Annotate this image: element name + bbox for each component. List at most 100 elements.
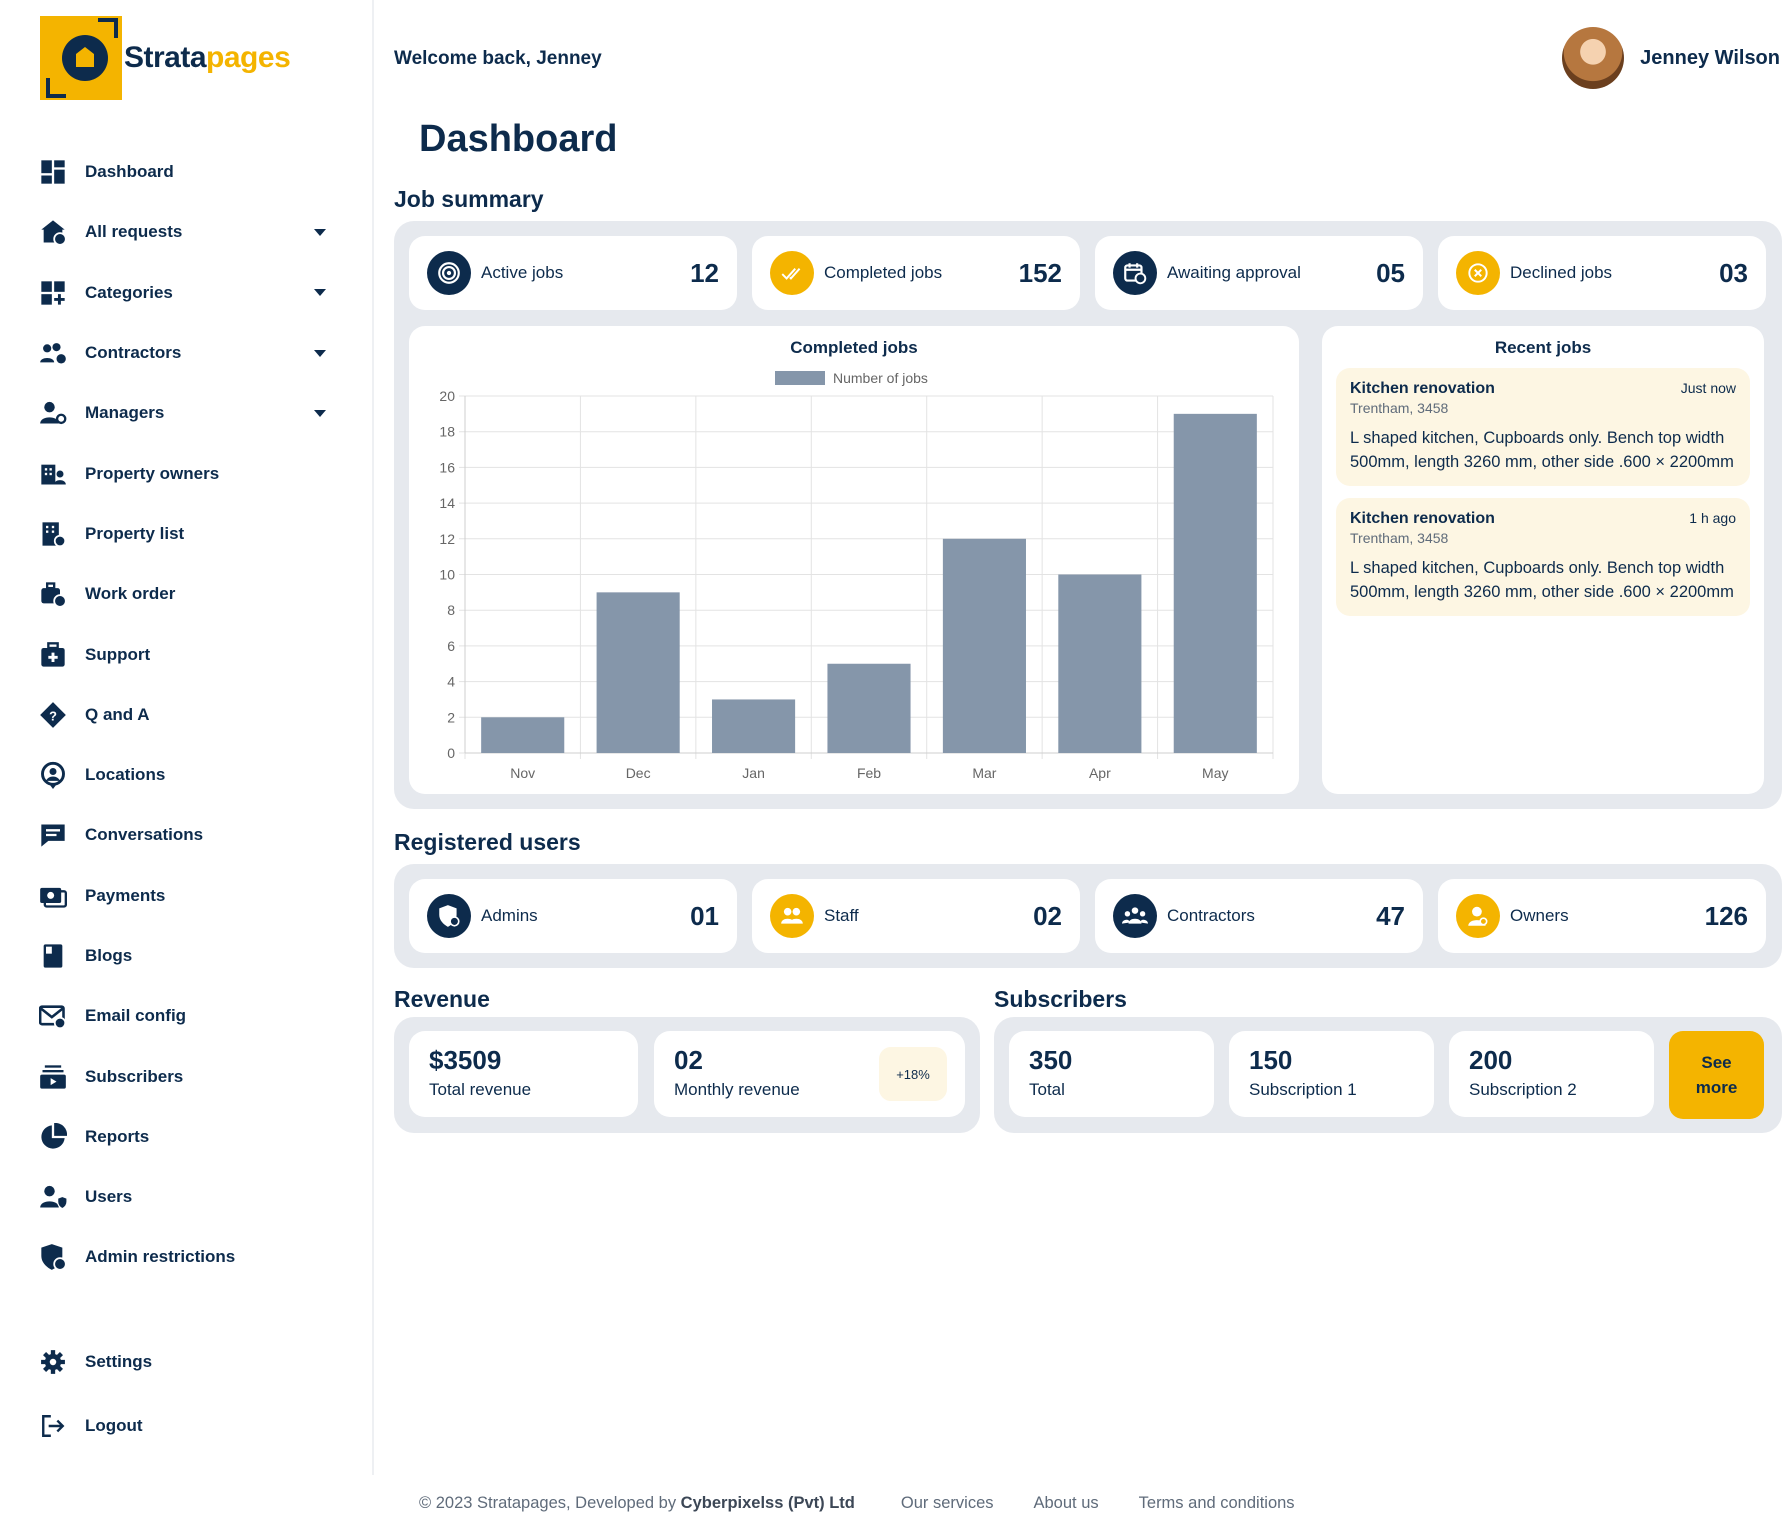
see-more-button[interactable]: See more [1669, 1031, 1764, 1119]
y-tick-label: 14 [439, 495, 455, 511]
stat-label: Completed jobs [824, 263, 943, 282]
brand-name: Stratapages [124, 41, 291, 74]
sidebar-item-all-requests[interactable]: All requests [38, 202, 334, 262]
y-tick-label: 10 [439, 567, 455, 583]
sidebar-item-users[interactable]: Users [38, 1167, 334, 1227]
job-summary-title: Job summary [394, 186, 544, 212]
footer: © 2023 Stratapages, Developed by Cyberpi… [419, 1494, 1295, 1513]
bar-chart: Completed jobs Number of jobs 0 2 4 6 8 10 12 14 1… [439, 338, 1274, 781]
sidebar-item-label: Conversations [85, 825, 204, 845]
sidebar-item-locations[interactable]: Locations [38, 745, 334, 805]
total-revenue-label: Total revenue [429, 1080, 532, 1099]
footer-link-services[interactable]: Our services [901, 1494, 994, 1513]
welcome-text: Welcome back, Jenney [394, 48, 602, 69]
registered-users-title: Registered users [394, 829, 581, 855]
sidebar-item-settings[interactable]: Settings [38, 1330, 334, 1394]
job-time: 1 h ago [1689, 510, 1736, 526]
contractors-group-icon [1113, 894, 1157, 938]
sidebar-item-logout[interactable]: Logout [38, 1394, 334, 1458]
stat-card-active-jobs[interactable]: Active jobs 12 [409, 236, 737, 310]
target-icon [427, 251, 471, 295]
sidebar-item-label: Email config [85, 1006, 187, 1026]
stat-label: Active jobs [481, 263, 564, 282]
sidebar-item-categories[interactable]: Categories [38, 263, 334, 323]
sidebar-item-property-list[interactable]: Property list [38, 504, 334, 564]
sidebar-item-conversations[interactable]: Conversations [38, 805, 334, 865]
sidebar-item-admin-restrictions[interactable]: Admin restrictions [38, 1227, 334, 1287]
stat-card-contractors[interactable]: Contractors 47 [1095, 879, 1423, 953]
footer-link-terms[interactable]: Terms and conditions [1139, 1494, 1295, 1513]
sidebar-item-label: Work order [85, 584, 176, 604]
legend-label: Number of jobs [833, 370, 928, 386]
subscriber-card: 350 Total [1009, 1031, 1214, 1117]
email-icon [38, 1001, 68, 1031]
stat-card-declined-jobs[interactable]: Declined jobs 03 [1438, 236, 1766, 310]
sidebar-item-email-config[interactable]: Email config [38, 986, 334, 1046]
sidebar-item-blogs[interactable]: Blogs [38, 926, 334, 986]
copyright-text: © 2023 Stratapages, Developed by Cyberpi… [419, 1494, 855, 1512]
sidebar-item-subscribers[interactable]: Subscribers [38, 1046, 334, 1106]
payments-icon [38, 881, 68, 911]
subscriber-label: Subscription 1 [1249, 1080, 1357, 1099]
x-tick-label: Feb [857, 765, 881, 781]
bar-apr [1058, 574, 1142, 753]
job-location: Trentham, 3458 [1350, 530, 1449, 546]
y-tick-label: 16 [439, 459, 455, 475]
total-revenue-value: $3509 [429, 1045, 502, 1075]
stat-card-awaiting-approval[interactable]: Awaiting approval 05 [1095, 236, 1423, 310]
avatar[interactable] [1562, 27, 1625, 89]
sidebar-item-reports[interactable]: Reports [38, 1107, 334, 1167]
bar-nov [481, 717, 565, 753]
work-order-icon [38, 579, 68, 609]
recent-job-item[interactable]: Kitchen renovation Just now Trentham, 3458… [1336, 368, 1750, 486]
stat-card-staff[interactable]: Staff 02 [752, 879, 1080, 953]
sidebar-nav: Dashboard All requests Categories Contracto… [38, 142, 334, 1288]
stat-value: 12 [690, 257, 719, 288]
stat-value: 47 [1376, 900, 1405, 931]
chevron-down-icon[interactable] [314, 228, 326, 236]
gear-icon [38, 1347, 68, 1377]
bar-may [1173, 413, 1257, 753]
chevron-down-icon[interactable] [314, 349, 326, 357]
sidebar-item-label: Admin restrictions [85, 1247, 236, 1267]
stat-label: Staff [824, 906, 859, 925]
recent-jobs-title: Recent jobs [1494, 338, 1592, 357]
stat-card-admins[interactable]: Admins 01 [409, 879, 737, 953]
qa-icon: ? [38, 700, 68, 730]
chevron-down-icon[interactable] [314, 289, 326, 297]
reports-icon [38, 1122, 68, 1152]
recent-job-item[interactable]: Kitchen renovation 1 h ago Trentham, 3458 L… [1336, 498, 1750, 616]
sidebar-item-work-order[interactable]: Work order [38, 564, 334, 624]
job-location: Trentham, 3458 [1350, 400, 1449, 416]
stat-label: Admins [481, 906, 538, 925]
user-profile[interactable]: Jenney Wilson [1562, 27, 1780, 89]
job-description: L shaped kitchen, Cupboards only. Bench … [1350, 429, 1734, 471]
subscribers-icon [38, 1062, 68, 1092]
x-tick-label: May [1202, 765, 1228, 781]
owner-icon [1456, 894, 1500, 938]
admin-shield-icon [427, 894, 471, 938]
stat-card-completed-jobs[interactable]: Completed jobs 152 [752, 236, 1080, 310]
sidebar-item-property-owners[interactable]: Property owners [38, 443, 334, 503]
sidebar-item-support[interactable]: Support [38, 624, 334, 684]
chevron-down-icon[interactable] [314, 409, 326, 417]
sidebar-item-q-and-a[interactable]: ? Q and A [38, 685, 334, 745]
sidebar-item-label: All requests [85, 222, 183, 242]
bar-feb [827, 663, 911, 753]
categories-icon [38, 278, 68, 308]
stat-card-owners[interactable]: Owners 126 [1438, 879, 1766, 953]
support-icon [38, 640, 68, 670]
brand-logo[interactable]: Stratapages [40, 16, 291, 100]
sidebar-item-label: Reports [85, 1126, 150, 1146]
sidebar-item-dashboard[interactable]: Dashboard [38, 142, 334, 202]
revenue-title: Revenue [394, 986, 490, 1012]
sidebar-item-managers[interactable]: Managers [38, 383, 334, 443]
sidebar-item-payments[interactable]: Payments [38, 866, 334, 926]
sidebar-item-contractors[interactable]: Contractors [38, 323, 334, 383]
dashboard-icon [38, 157, 68, 187]
sidebar-item-label: Settings [85, 1352, 153, 1371]
job-description: L shaped kitchen, Cupboards only. Bench … [1350, 559, 1734, 601]
sidebar-item-label: Property list [85, 523, 185, 543]
footer-link-about[interactable]: About us [1034, 1494, 1099, 1513]
stat-value: 01 [690, 900, 719, 931]
